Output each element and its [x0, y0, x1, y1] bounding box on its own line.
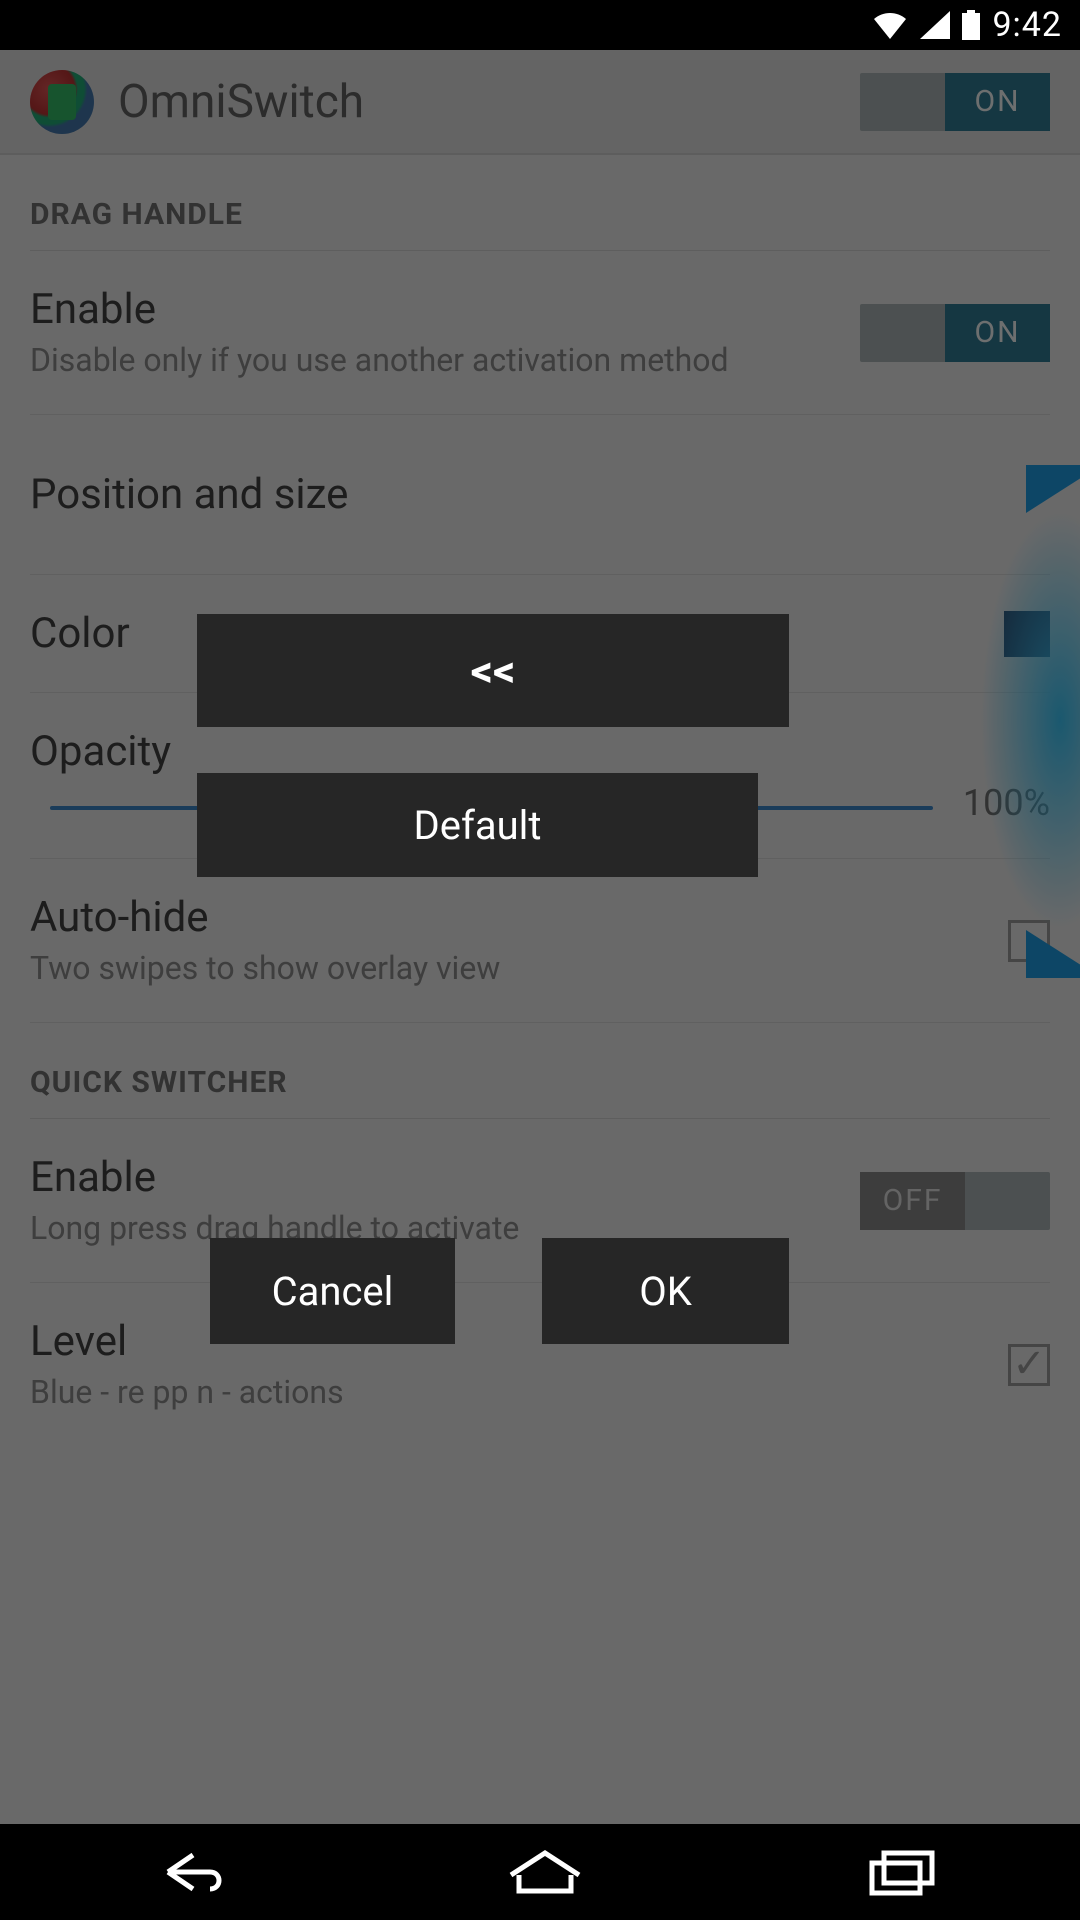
device-screen: 9:42 OmniSwitch ON DRAG HANDLE Enable Di…	[0, 0, 1080, 1920]
dialog-default-button[interactable]: Default	[197, 773, 758, 877]
dialog-cancel-button[interactable]: Cancel	[210, 1238, 455, 1344]
nav-home-icon[interactable]	[505, 1847, 585, 1897]
app-window: OmniSwitch ON DRAG HANDLE Enable Disable…	[0, 50, 1080, 1824]
nav-recent-icon[interactable]	[862, 1847, 942, 1897]
status-time: 9:42	[992, 5, 1062, 45]
wifi-icon	[872, 11, 908, 39]
battery-icon	[962, 10, 980, 40]
dialog-ok-button[interactable]: OK	[542, 1238, 789, 1344]
navigation-bar	[0, 1824, 1080, 1920]
cell-signal-icon	[920, 11, 950, 39]
modal-dim	[0, 50, 1080, 1824]
nav-back-icon[interactable]	[138, 1847, 228, 1897]
dialog-collapse-button[interactable]: <<	[197, 614, 789, 727]
status-bar: 9:42	[0, 0, 1080, 50]
